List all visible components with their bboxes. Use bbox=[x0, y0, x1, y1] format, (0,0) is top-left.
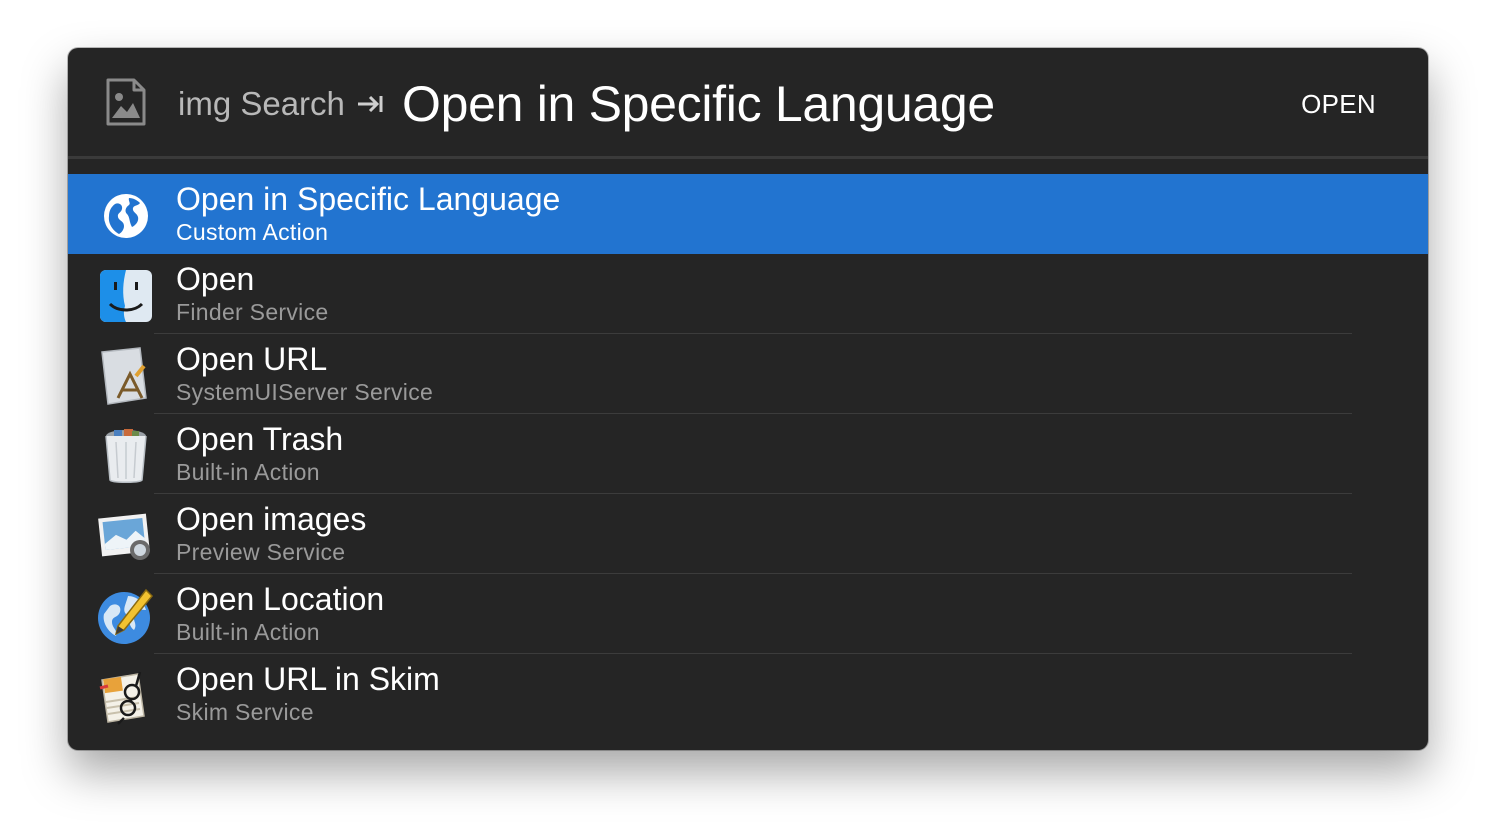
result-row-open[interactable]: Open Finder Service bbox=[68, 254, 1428, 334]
globe-pencil-icon bbox=[98, 588, 154, 644]
result-subtitle: Skim Service bbox=[176, 699, 314, 725]
result-title: Open in Specific Language bbox=[176, 181, 561, 217]
result-title: Open images bbox=[176, 501, 367, 537]
result-title: Open Trash bbox=[176, 421, 344, 457]
app-document-icon bbox=[101, 347, 147, 405]
result-title: Open URL bbox=[176, 341, 328, 377]
result-subtitle: Finder Service bbox=[176, 299, 329, 325]
result-subtitle: Preview Service bbox=[176, 539, 346, 565]
result-subtitle: Built-in Action bbox=[176, 459, 320, 485]
result-row-open-url[interactable]: Open URL SystemUIServer Service bbox=[68, 334, 1428, 414]
header-divider bbox=[68, 156, 1428, 159]
results-list: Open in Specific Language Custom Action … bbox=[68, 174, 1428, 734]
tab-arrow-icon bbox=[358, 95, 383, 113]
preview-icon bbox=[98, 513, 150, 560]
skim-icon bbox=[99, 671, 145, 725]
header-bar: img Search Open in Specific Language OPE… bbox=[68, 48, 1428, 158]
finder-icon bbox=[100, 270, 152, 322]
result-title: Open URL in Skim bbox=[176, 661, 440, 697]
result-title: Open Location bbox=[176, 581, 385, 617]
image-file-icon bbox=[106, 78, 146, 126]
result-row-open-in-specific-language[interactable]: Open in Specific Language Custom Action bbox=[68, 174, 1428, 254]
result-row-open-url-in-skim[interactable]: Open URL in Skim Skim Service bbox=[68, 654, 1428, 734]
search-query[interactable]: img Search bbox=[178, 84, 345, 124]
selected-action-title: Open in Specific Language bbox=[402, 76, 995, 132]
result-title: Open bbox=[176, 261, 255, 297]
launcher-window: img Search Open in Specific Language OPE… bbox=[68, 48, 1428, 750]
result-subtitle: Custom Action bbox=[176, 219, 329, 245]
result-row-open-location[interactable]: Open Location Built-in Action bbox=[68, 574, 1428, 654]
open-button[interactable]: OPEN bbox=[1301, 88, 1376, 120]
result-subtitle: Built-in Action bbox=[176, 619, 320, 645]
trash-icon bbox=[105, 429, 147, 483]
globe-icon bbox=[104, 194, 148, 238]
result-row-open-images[interactable]: Open images Preview Service bbox=[68, 494, 1428, 574]
result-row-open-trash[interactable]: Open Trash Built-in Action bbox=[68, 414, 1428, 494]
result-subtitle: SystemUIServer Service bbox=[176, 379, 434, 405]
